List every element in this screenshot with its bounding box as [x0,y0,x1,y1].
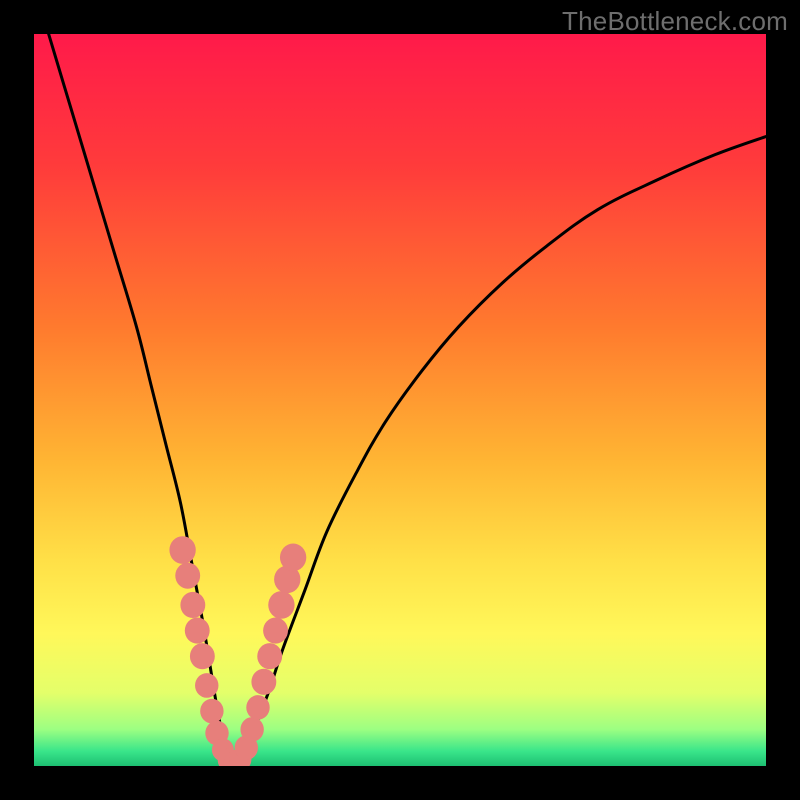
curve-marker [180,592,205,618]
chart-svg [34,34,766,766]
curve-marker [246,695,269,720]
curve-marker [175,563,200,589]
bottleneck-curve-path [49,34,766,766]
frame: TheBottleneck.com [0,0,800,800]
curve-marker [195,673,218,698]
watermark-text: TheBottleneck.com [562,6,788,37]
curve-marker [263,618,288,644]
curve-marker [280,544,306,572]
curve-marker [200,699,223,724]
curve-marker [185,618,210,644]
curve-marker [169,536,195,564]
curve-marker [268,591,294,619]
marker-group [169,536,306,766]
curve-marker [240,717,263,742]
curve-marker [251,669,276,695]
curve-marker [190,643,215,669]
curve-marker [257,643,282,669]
plot-area [34,34,766,766]
